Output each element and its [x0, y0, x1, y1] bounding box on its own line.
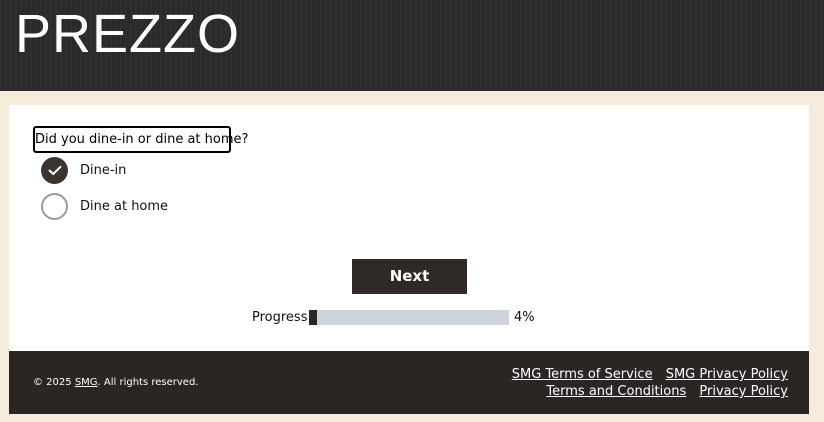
option-label: Dine at home	[80, 198, 169, 214]
smg-terms-link[interactable]: SMG Terms of Service	[512, 367, 653, 382]
site-header: PREZZO	[0, 0, 824, 91]
progress-fill	[309, 310, 317, 325]
progress-label: Progress	[252, 310, 308, 325]
option-label: Dine-in	[80, 162, 127, 178]
site-footer: © 2025 SMG. All rights reserved. SMG Ter…	[9, 351, 809, 414]
smg-privacy-link[interactable]: SMG Privacy Policy	[666, 367, 788, 382]
copyright-prefix: © 2025	[33, 377, 75, 388]
survey-panel: Did you dine-in or dine at home? Dine-in…	[9, 105, 809, 351]
terms-conditions-link[interactable]: Terms and Conditions	[546, 384, 686, 399]
option-dine-in[interactable]: Dine-in	[41, 156, 126, 184]
progress-bar	[309, 310, 509, 325]
smg-link[interactable]: SMG	[75, 377, 98, 388]
next-button[interactable]: Next	[352, 259, 467, 294]
radio-unchecked-icon[interactable]	[41, 192, 68, 220]
prezzo-logo: PREZZO	[15, 4, 241, 64]
question-text: Did you dine-in or dine at home?	[33, 126, 248, 153]
progress-percent: 4%	[514, 310, 535, 325]
privacy-policy-link[interactable]: Privacy Policy	[699, 384, 788, 399]
footer-links: SMG Terms of Service SMG Privacy Policy …	[503, 366, 788, 400]
copyright-text: © 2025 SMG. All rights reserved.	[33, 377, 198, 388]
copyright-suffix: . All rights reserved.	[97, 377, 199, 388]
radio-checked-icon[interactable]	[41, 156, 68, 184]
option-dine-at-home[interactable]: Dine at home	[41, 192, 168, 220]
